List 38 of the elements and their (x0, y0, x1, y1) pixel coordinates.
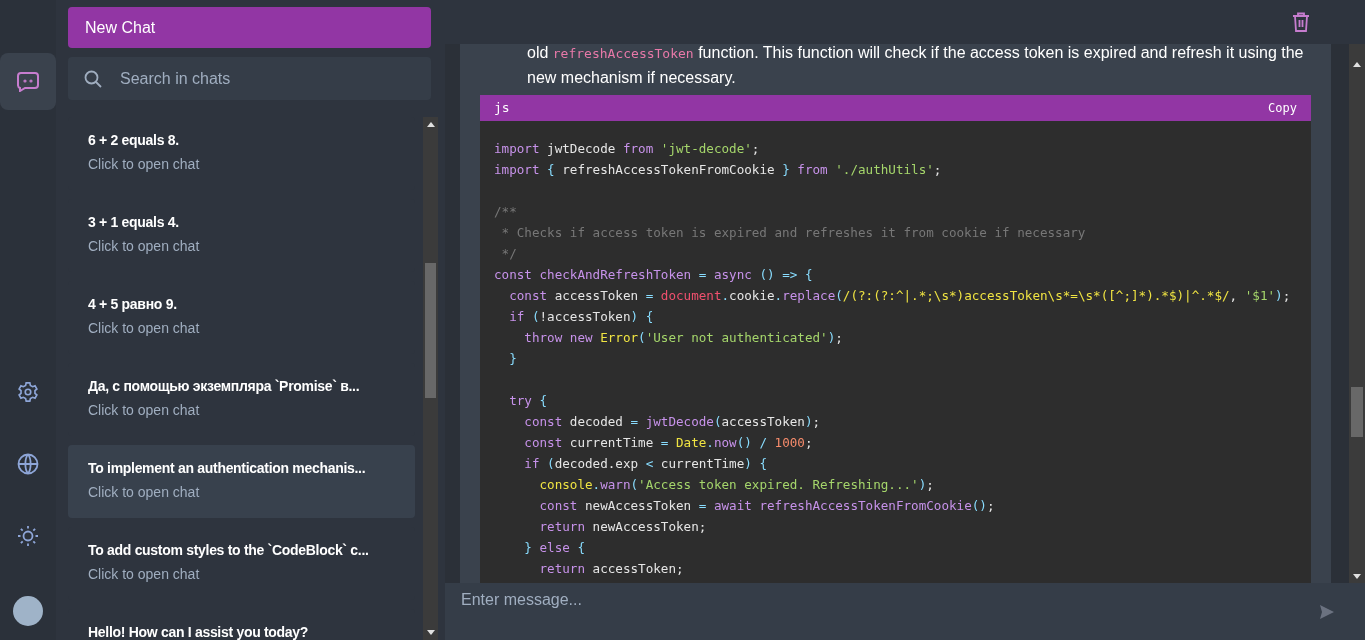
scroll-down-icon[interactable] (426, 630, 435, 635)
chat-title: Да, с помощью экземпляра `Promise` в... (88, 377, 361, 396)
trash-icon[interactable] (1292, 12, 1310, 32)
avatar[interactable] (13, 596, 43, 626)
chat-title: 4 + 5 равно 9. (88, 295, 178, 314)
chat-title: To implement an authentication mechanis... (88, 459, 367, 478)
chat-icon (17, 71, 39, 92)
new-chat-button[interactable]: New Chat (68, 7, 431, 48)
code-block: import jwtDecode from 'jwt-decode'; import { refreshAccessTokenFromCookie } from './authUtils'; /** * Checks if access token is expired and refreshes it from cookie if necessary */ const checkAndRefreshToken = async () => { const accessToken = document.cookie.replace(/(?:(?:^|.*;\s*)accessToken\s*=\s*([^;]*).*$)|^.*$/, '$1'); if (!accessToken) { throw new Error('User not authenticated'); } try { const decoded = jwtDecode(accessToken); const currentTime = Date.now() / 1000; if (decoded.exp < currentTime) { console.warn('Access token expired. Refreshing...'); const newAccessToken = await refreshAccessTokenFromCookie(); return newAccessToken; } else { return accessToken; (480, 121, 1311, 583)
message-composer[interactable]: Enter message... (445, 583, 1365, 640)
chat-title: To add custom styles to the `CodeBlock` c... (88, 541, 370, 560)
chat-title: 6 + 2 equals 8. (88, 131, 180, 150)
scroll-thumb[interactable] (1351, 387, 1363, 437)
settings-icon (17, 381, 39, 403)
chat-subtitle: Click to open chat (88, 565, 201, 583)
chat-subtitle: Click to open chat (88, 319, 201, 337)
search-input[interactable]: Search in chats (120, 66, 400, 91)
chat-subtitle: Click to open chat (88, 483, 201, 501)
search-icon (84, 69, 102, 88)
chat-item[interactable]: To implement an authentication mechanis... Click to open chat (68, 445, 415, 518)
chat-subtitle: Click to open chat (88, 401, 201, 419)
sun-icon (17, 525, 39, 547)
globe-icon (17, 453, 39, 475)
chat-subtitle: Click to open chat (88, 237, 201, 255)
chat-title: Hello! How can I assist you today? (88, 623, 310, 640)
scroll-up-icon[interactable] (1353, 62, 1361, 67)
scroll-down-icon[interactable] (1353, 574, 1361, 579)
scrollbar[interactable] (1349, 44, 1365, 583)
chat-title: 3 + 1 equals 4. (88, 213, 180, 232)
code-language: js (494, 99, 510, 118)
scrollbar[interactable] (423, 117, 438, 640)
scroll-thumb[interactable] (425, 263, 436, 398)
chat-subtitle: Click to open chat (88, 155, 201, 173)
search-field[interactable]: Search in chats (68, 57, 431, 100)
message-input[interactable]: Enter message... (461, 587, 1319, 612)
copy-button[interactable]: Copy (1268, 99, 1297, 117)
scroll-up-icon[interactable] (426, 122, 435, 127)
message-paragraph: old refreshAccessToken function. This function will check if the access token is expired and refresh it using the new mechanism if necessary. (527, 44, 1305, 88)
